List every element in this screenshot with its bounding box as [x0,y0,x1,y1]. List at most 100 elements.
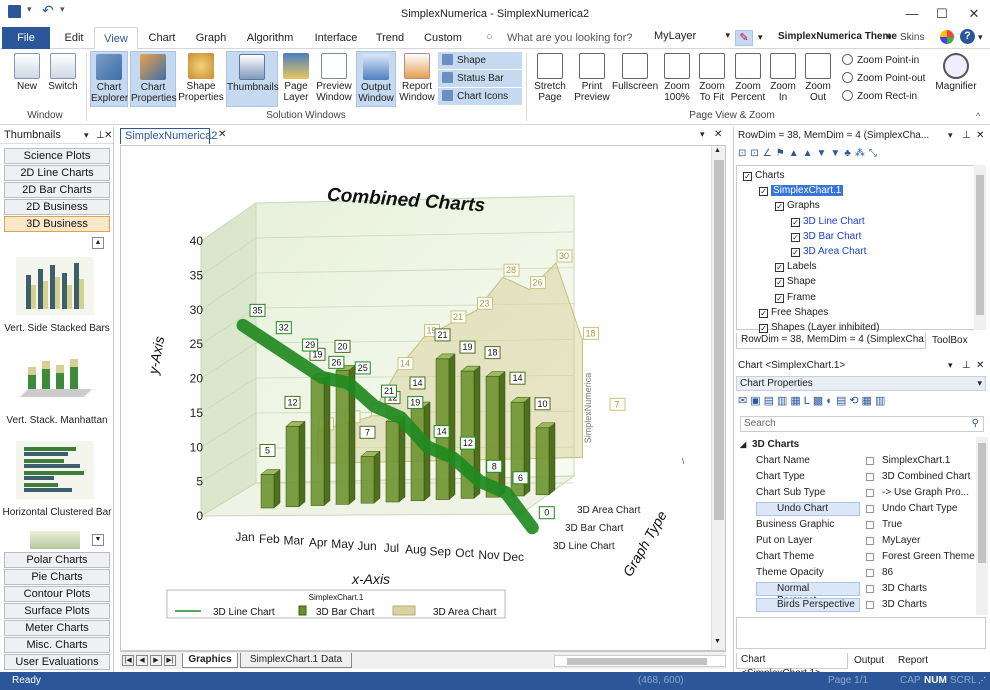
shape-properties-button[interactable]: Shape Properties [178,51,224,107]
thumb-partial[interactable] [30,531,80,549]
category-meter-charts[interactable]: Meter Charts [4,620,110,636]
property-checkbox[interactable] [866,457,874,465]
property-row[interactable]: Business Graphic True [736,517,988,533]
property-value[interactable]: Forest Green Theme [882,549,988,565]
palette-icon[interactable] [940,30,954,44]
category-pie-charts[interactable]: Pie Charts [4,569,110,585]
zoom-point-out-button[interactable]: Zoom Point-out [838,70,928,87]
chart-properties-button[interactable]: Chart Properties [130,51,177,107]
checkbox[interactable]: ✓ [775,202,784,212]
scroll-down-icon[interactable]: ▼ [714,638,721,645]
property-row[interactable]: Put on Layer MyLayer [736,533,988,549]
tree-item[interactable]: ✓ 3D Bar Chart [791,229,861,244]
magnifier-button[interactable]: Magnifier [932,51,980,107]
scroll-thumb[interactable] [714,160,724,520]
explorer-tool-icon[interactable]: ⊡⊡∠⚑▲▲▼▼♣⁂⤡ [738,148,881,159]
panel-tab-output[interactable]: Output [854,655,884,666]
stretch-page-button[interactable]: Stretch Page [532,51,568,107]
tab-custom[interactable]: Custom [420,27,466,49]
theme-select[interactable]: SimplexNumerica Theme [778,31,897,42]
chevron-down-icon[interactable]: ▾ [948,127,953,144]
property-checkbox[interactable] [866,537,874,545]
property-checkbox[interactable] [866,569,874,577]
category-polar-charts[interactable]: Polar Charts [4,552,110,568]
checkbox[interactable]: ✓ [759,187,768,197]
switch-window-button[interactable]: Switch [46,51,80,107]
category-surface-plots[interactable]: Surface Plots [4,603,110,619]
tab-trend[interactable]: Trend [370,27,410,49]
property-value[interactable]: True [882,517,988,533]
category-2d-line-charts[interactable]: 2D Line Charts [4,165,110,181]
maximize-icon[interactable]: ☐ [928,4,956,24]
tab-graph[interactable]: Graph [190,27,232,49]
checkbox[interactable]: ✓ [775,278,784,288]
page-layer-button[interactable]: Page Layer [280,51,312,107]
property-checkbox[interactable] [866,489,874,497]
sheet-tab-data[interactable]: SimplexChart.1 Data [240,653,352,668]
property-row[interactable]: Normal Perspect... 3D Charts [736,581,988,606]
chart-canvas[interactable]: 0510152025303540 56714192123282630187 51… [120,145,726,651]
prev-sheet-icon[interactable]: ◀ [136,655,148,666]
tree-item[interactable]: ✓ SimplexChart.1 [759,183,844,198]
chevron-down-icon[interactable]: ▾ [700,129,705,140]
scroll-up-icon[interactable]: ▲ [714,147,721,154]
tree-item[interactable]: ✓ 3D Line Chart [791,214,865,229]
checkbox[interactable]: ✓ [759,308,768,318]
tree-item[interactable]: ✓ Labels [775,259,816,274]
property-checkbox[interactable] [866,553,874,561]
property-action-button[interactable]: Undo Chart [756,502,860,516]
property-value[interactable]: Undo Chart Type [882,501,988,517]
chart-icons-toggle[interactable]: Chart Icons [438,88,522,105]
property-checkbox[interactable] [866,505,874,513]
tree-item[interactable]: ✓ 3D Area Chart [791,244,866,259]
tree-item[interactable]: ✓ Shape [775,274,816,289]
property-value[interactable]: -> Use Graph Pro... [882,485,988,501]
tree-item[interactable]: ✓ Graphs [775,198,820,213]
minimize-icon[interactable]: — [898,4,926,24]
close-icon[interactable]: ✕ [976,357,984,374]
preview-window-button[interactable]: Preview Window [314,51,354,107]
thumbs-scroll-down[interactable]: ▼ [92,534,104,546]
last-sheet-icon[interactable]: ▶| [164,655,176,666]
zoom-point-in-button[interactable]: Zoom Point-in [838,52,928,69]
panel-tab-report[interactable]: Report [898,655,928,666]
print-preview-button[interactable]: Print Preview [572,51,612,107]
explorer-tab-toolbox[interactable]: ToolBox [932,335,968,346]
shape-toolbox-toggle[interactable]: Shape Toolbox [438,52,522,83]
vertical-scrollbar[interactable]: ▲ ▼ [711,146,725,650]
chevron-down-icon[interactable]: ▾ [887,32,892,43]
zoom-rect-in-button[interactable]: Zoom Rect-in [838,88,928,105]
tab-algorithm[interactable]: Algorithm [240,27,300,49]
property-action-button[interactable]: Normal Perspect... [756,582,860,606]
collapse-ribbon-icon[interactable]: ^ [976,111,980,121]
zoom-to-fit-button[interactable]: Zoom To Fit [696,51,728,107]
property-search-input[interactable]: Search ⚲ [740,416,984,432]
category-2d-bar-charts[interactable]: 2D Bar Charts [4,182,110,198]
next-sheet-icon[interactable]: ▶ [150,655,162,666]
checkbox[interactable]: ✓ [759,324,768,333]
category-3d-business[interactable]: 3D Business [4,216,110,232]
property-value[interactable]: MyLayer [882,533,988,549]
tab-view[interactable]: View [94,27,138,50]
tab-edit[interactable]: Edit [56,27,92,49]
property-action-button[interactable]: Birds Perspective [756,598,860,612]
checkbox[interactable]: ✓ [791,248,800,257]
property-checkbox[interactable] [866,601,874,609]
panel-tab-chart[interactable]: Chart <SimplexChart.1> [736,653,848,679]
output-window-button[interactable]: Output Window [356,51,396,107]
report-window-button[interactable]: Report Window [398,51,436,107]
zoom-in-button[interactable]: Zoom In [768,51,798,107]
category-science-plots[interactable]: Science Plots [4,148,110,164]
properties-tool-icon[interactable]: ✉▣▤▥▦L▩◐▤⟲▦▥ [738,395,888,407]
chevron-down-icon[interactable]: ▾ [948,357,953,374]
sheet-tab-graphics[interactable]: Graphics [182,653,238,668]
close-icon[interactable]: ✕ [218,129,226,140]
pin-icon[interactable]: ⊥ [962,127,971,144]
zoom-100-button[interactable]: Zoom 100% [660,51,694,107]
thumbs-scroll-up[interactable]: ▲ [92,237,104,249]
chevron-down-icon[interactable]: ▾ [758,32,763,43]
new-window-button[interactable]: New [10,51,44,107]
fullscreen-button[interactable]: Fullscreen [612,51,658,107]
status-bar-toggle[interactable]: Status Bar [438,70,522,87]
resize-grip-icon[interactable]: ⋰ [978,672,986,690]
